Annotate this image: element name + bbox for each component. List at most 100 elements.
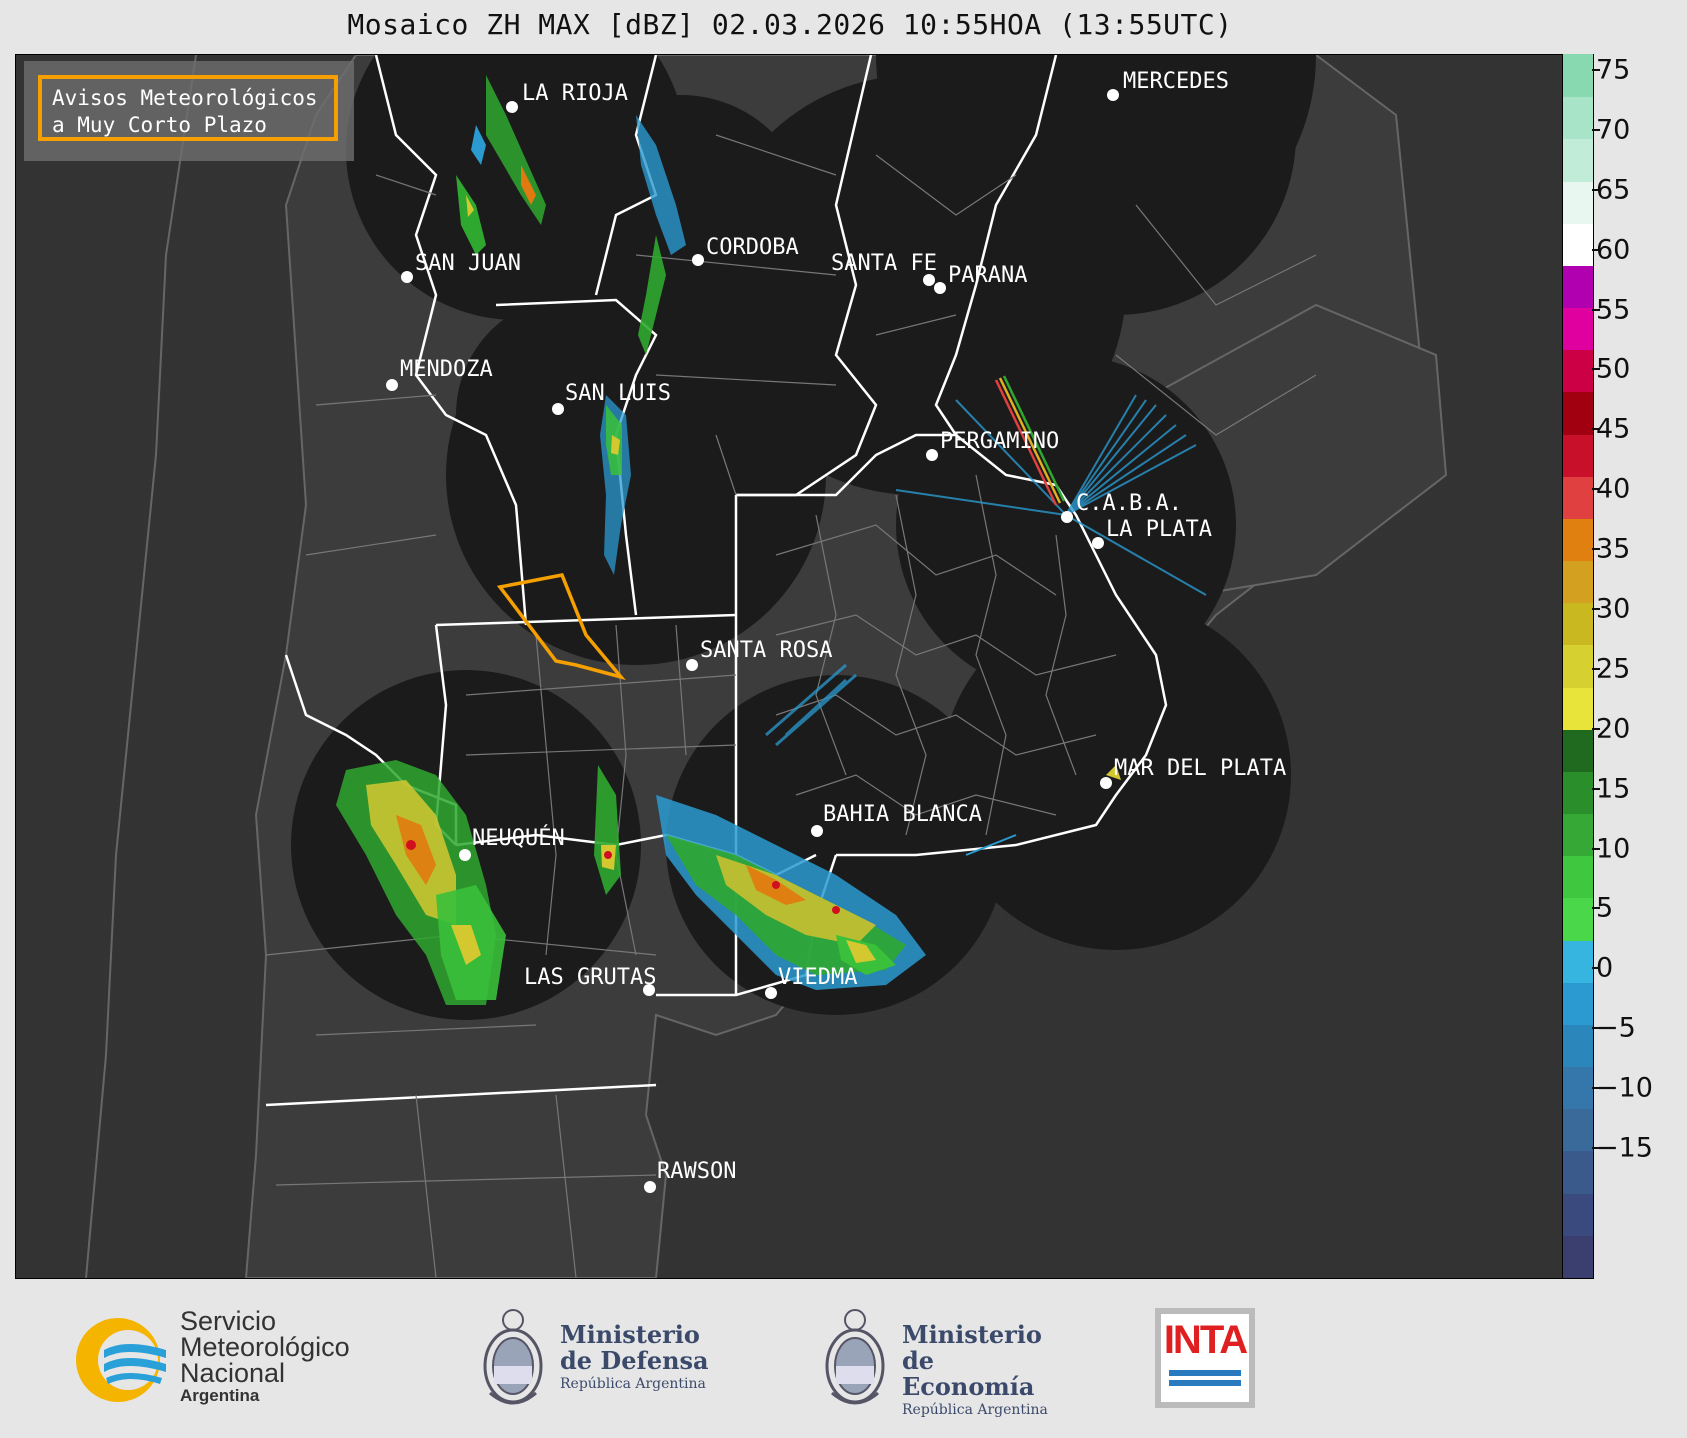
colorbar-tick-mark xyxy=(1592,548,1600,551)
city-label: MAR DEL PLATA xyxy=(1114,756,1287,781)
city-label: LA PLATA xyxy=(1106,517,1212,542)
city-label: PARANA xyxy=(948,263,1028,288)
colorbar-tick-mark xyxy=(1592,1027,1600,1030)
colorbar-segment xyxy=(1563,349,1593,393)
colorbar-tick-mark xyxy=(1592,488,1600,491)
colorbar-segment xyxy=(1563,1234,1593,1278)
city-dot xyxy=(811,825,823,837)
colorbar-tick-label: 40 xyxy=(1596,473,1631,505)
colorbar-tick-label: 50 xyxy=(1596,353,1631,385)
city-label: CORDOBA xyxy=(706,235,799,260)
city-dot xyxy=(1100,777,1112,789)
colorbar-segment xyxy=(1563,1150,1593,1194)
colorbar-segment xyxy=(1563,475,1593,519)
city-dot xyxy=(552,403,564,415)
colorbar-segment xyxy=(1563,54,1593,98)
colorbar-tick-mark xyxy=(1592,368,1600,371)
colorbar-tick-mark xyxy=(1592,248,1600,251)
coat-of-arms-icon xyxy=(825,1309,885,1405)
smn-line4: Argentina xyxy=(180,1386,260,1405)
colorbar-segment xyxy=(1563,138,1593,182)
colorbar-tick-mark xyxy=(1592,847,1600,850)
colorbar-segment xyxy=(1563,686,1593,730)
city-dot xyxy=(1061,511,1073,523)
colorbar-tick-label: 60 xyxy=(1596,234,1631,266)
smn-line3: Nacional xyxy=(180,1358,286,1388)
city-label: BAHIA BLANCA xyxy=(823,802,982,827)
colorbar-tick-mark xyxy=(1592,1087,1600,1090)
city-dot xyxy=(686,659,698,671)
colorbar-segment xyxy=(1563,897,1593,941)
economia-line2: de Economía xyxy=(902,1346,1035,1401)
city-label: MERCEDES xyxy=(1123,69,1229,94)
city-dot xyxy=(1092,537,1104,549)
colorbar-tick-mark xyxy=(1592,1147,1600,1149)
colorbar-segment xyxy=(1563,813,1593,857)
warning-legend-line1: Avisos Meteorológicos xyxy=(52,86,318,110)
city-label: C.A.B.A. xyxy=(1076,491,1182,516)
colorbar-segment xyxy=(1563,1023,1593,1068)
city-label: SAN LUIS xyxy=(565,381,671,406)
colorbar-segment xyxy=(1563,1192,1593,1236)
colorbar-tick-mark xyxy=(1592,128,1600,131)
city-label: NEUQUÉN xyxy=(472,826,565,851)
colorbar-segment xyxy=(1563,981,1593,1025)
city-label: PERGAMINO xyxy=(940,429,1060,454)
city-label: SANTA ROSA xyxy=(700,638,833,663)
radar-map[interactable]: LA RIOJA MERCEDES CORDOBA SAN JUAN SANTA… xyxy=(15,54,1563,1279)
city-label: LAS GRUTAS xyxy=(524,965,657,990)
city-dot xyxy=(934,282,946,294)
coat-of-arms-icon xyxy=(483,1309,543,1405)
colorbar-tick-label: 15 xyxy=(1596,773,1631,805)
city-dot xyxy=(1107,89,1119,101)
defensa-line2: de Defensa xyxy=(560,1346,709,1375)
city-label: SANTA FE xyxy=(831,251,937,276)
colorbar-segment xyxy=(1563,433,1593,477)
colorbar xyxy=(1562,54,1594,1279)
city-dot xyxy=(926,449,938,461)
colorbar-tick-label: 35 xyxy=(1596,533,1631,565)
colorbar-tick-label: 65 xyxy=(1596,174,1631,206)
colorbar-segment xyxy=(1563,307,1593,351)
colorbar-tick-mark xyxy=(1592,308,1600,311)
economia-line3: República Argentina xyxy=(902,1402,1048,1418)
colorbar-segment xyxy=(1563,770,1593,815)
city-dot xyxy=(765,987,777,999)
warning-legend-line2: a Muy Corto Plazo xyxy=(52,113,267,137)
colorbar-tick-label: −10 xyxy=(1596,1072,1653,1104)
colorbar-segment xyxy=(1563,391,1593,435)
inta-text: INTA xyxy=(1163,1318,1248,1362)
defensa-line1: Ministerio xyxy=(560,1320,700,1349)
city-label: LA RIOJA xyxy=(522,81,628,106)
colorbar-segment xyxy=(1563,222,1593,266)
colorbar-tick-label: −5 xyxy=(1596,1012,1636,1044)
city-label: SAN JUAN xyxy=(415,251,521,276)
city-dot xyxy=(401,271,413,283)
colorbar-tick-mark xyxy=(1592,69,1600,71)
colorbar-tick-label: 30 xyxy=(1596,593,1631,625)
colorbar-segment xyxy=(1563,517,1593,562)
colorbar-segment xyxy=(1563,264,1593,309)
colorbar-segment xyxy=(1563,855,1593,899)
colorbar-tick-label: −15 xyxy=(1596,1132,1653,1164)
colorbar-tick-mark xyxy=(1592,907,1600,910)
smn-line2: Meteorológico xyxy=(180,1332,350,1362)
smn-emblem-icon xyxy=(76,1318,166,1402)
city-dot xyxy=(459,849,471,861)
city-dot xyxy=(506,101,518,113)
colorbar-tick-mark xyxy=(1592,608,1600,610)
colorbar-segment xyxy=(1563,939,1593,983)
defensa-line3: República Argentina xyxy=(560,1376,706,1392)
colorbar-tick-mark xyxy=(1592,428,1600,431)
colorbar-tick-label: 70 xyxy=(1596,114,1631,146)
colorbar-segment xyxy=(1563,644,1593,688)
footer-logos: Servicio Meteorológico Nacional Argentin… xyxy=(0,1278,1687,1438)
colorbar-segment xyxy=(1563,1108,1593,1152)
colorbar-tick-label: 25 xyxy=(1596,653,1631,685)
city-label: MENDOZA xyxy=(400,357,493,382)
city-label: VIEDMA xyxy=(778,965,858,990)
colorbar-tick-label: 10 xyxy=(1596,833,1631,865)
colorbar-segment xyxy=(1563,96,1593,140)
warning-legend: Avisos Meteorológicos a Muy Corto Plazo xyxy=(24,61,354,161)
economia-line1: Ministerio xyxy=(902,1320,1042,1349)
